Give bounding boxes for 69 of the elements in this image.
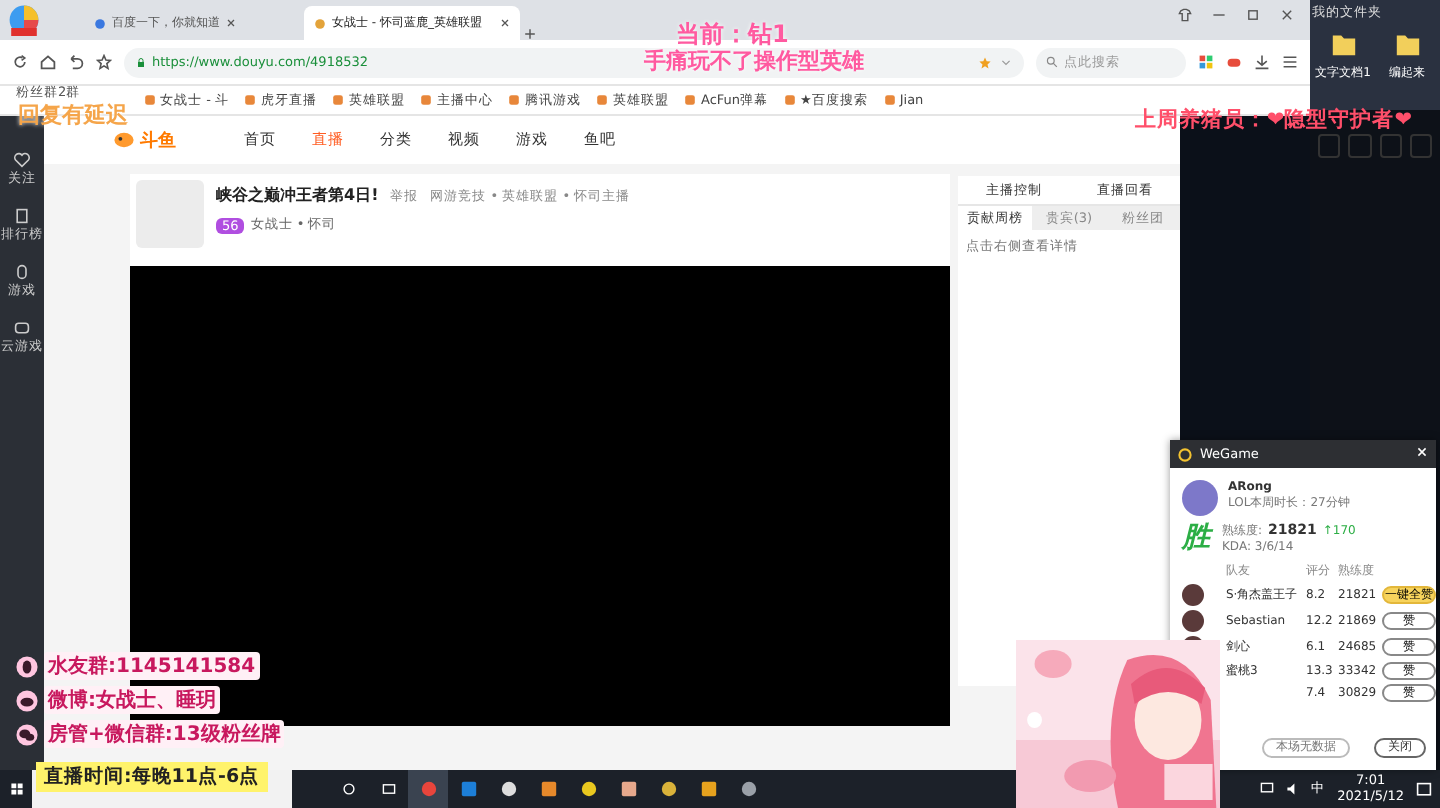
gamepad-icon (1226, 54, 1242, 70)
lock-icon (136, 57, 146, 67)
shirt-icon (1178, 8, 1192, 22)
app-icon (699, 780, 717, 798)
close-icon (226, 18, 236, 28)
home-icon (40, 54, 56, 70)
app-icon (539, 780, 557, 798)
apps-icon (1198, 54, 1214, 70)
speaker-icon (1285, 782, 1300, 796)
windows-icon (9, 782, 23, 796)
close-icon (1416, 446, 1428, 458)
task-view-icon (381, 782, 395, 796)
capsule-icon (14, 264, 30, 280)
note-overlay-text: 手痛玩不了操作型英雄 (644, 46, 864, 76)
rank-overlay-text: 当前：钻1 (676, 18, 789, 49)
page-icon (94, 17, 106, 29)
gamepad-icon (14, 320, 30, 336)
empty-slot[interactable] (1318, 134, 1341, 158)
app-icon (579, 780, 597, 798)
avatar (1182, 480, 1218, 516)
app-icon (419, 780, 437, 798)
contact-text: 水友群:1145141584 (44, 652, 260, 680)
star-icon (978, 55, 992, 69)
search-icon (1046, 56, 1058, 68)
contact-text: 微博:女战士、睡玥 (44, 686, 220, 714)
star-icon (96, 54, 112, 70)
bookmark-icon (244, 94, 257, 106)
download-icon (1254, 54, 1270, 70)
circle-icon (341, 782, 355, 796)
app-icon (499, 780, 517, 798)
close-icon (500, 18, 510, 28)
minimize-icon (1212, 8, 1226, 22)
maximize-icon (1246, 8, 1260, 22)
schedule-banner: 直播时间:每晚11点-6点 (36, 762, 268, 792)
bookmark-icon (784, 94, 797, 106)
page-icon (314, 17, 326, 29)
wegame-logo-icon (1178, 447, 1192, 461)
room-title: 峡谷之巅冲王者第4日! (216, 184, 379, 206)
app-icon (739, 780, 757, 798)
penguin-icon (16, 655, 38, 677)
fish-icon (112, 128, 136, 152)
bookmark-icon (144, 94, 156, 106)
empty-slot[interactable] (1348, 134, 1371, 158)
bookmark-icon (883, 94, 896, 106)
bookmark-icon (684, 94, 697, 106)
notification-icon (1416, 781, 1432, 797)
bookmark-icon (596, 94, 609, 106)
heart-icon (14, 152, 30, 168)
refresh-icon (12, 54, 28, 70)
bookmark-icon (508, 94, 521, 106)
list-icon (14, 208, 30, 224)
empty-slot[interactable] (1409, 134, 1432, 158)
bookmark-icon (332, 94, 345, 106)
monitor-icon (1259, 782, 1274, 796)
weibo-icon (16, 689, 38, 711)
chat-bubbles-icon (16, 723, 38, 745)
new-tab-icon (524, 28, 536, 40)
app-icon (459, 780, 477, 798)
menu-icon (1282, 54, 1298, 70)
browser-logo-icon[interactable] (8, 4, 40, 36)
undo-icon (68, 54, 84, 70)
close-icon (1280, 8, 1294, 22)
contact-text: 房管+微信群:13级粉丝牌 (44, 720, 285, 748)
empty-slot[interactable] (1379, 134, 1402, 158)
app-icon (619, 780, 637, 798)
chevron-down-icon (1000, 55, 1012, 67)
result-text: 胜 (1182, 520, 1210, 556)
bookmark-icon (420, 94, 433, 106)
app-icon (659, 780, 677, 798)
